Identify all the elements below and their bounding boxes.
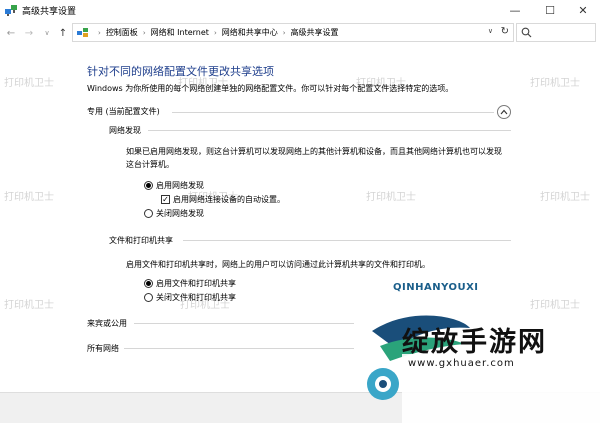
breadcrumb-separator: › [98, 28, 101, 37]
control-panel-icon [76, 26, 89, 39]
collapse-private-button[interactable] [497, 105, 511, 119]
breadcrumb-network-internet[interactable]: 网络和 Internet [151, 27, 209, 38]
forward-button[interactable]: → [22, 26, 36, 40]
enable-network-discovery-option[interactable]: 启用网络发现 [144, 180, 204, 191]
private-profile-label[interactable]: 专用 (当前配置文件) [87, 106, 160, 117]
enable-file-printer-radio[interactable] [144, 279, 153, 288]
watermark: 打印机卫士 [540, 192, 590, 203]
disable-file-printer-label: 关闭文件和打印机共享 [156, 293, 236, 302]
address-dropdown-button[interactable]: ∨ [488, 27, 493, 35]
navigation-bar: ← → ∨ ↑ › 控制面板 › 网络和 Internet › 网络和共享中心 … [0, 20, 600, 46]
recent-locations-button[interactable]: ∨ [40, 26, 54, 40]
disable-network-discovery-option[interactable]: 关闭网络发现 [144, 208, 204, 219]
enable-network-discovery-radio[interactable] [144, 181, 153, 190]
page-title: 针对不同的网络配置文件更改共享选项 [87, 65, 274, 78]
network-sharing-icon [4, 3, 18, 17]
disable-network-discovery-radio[interactable] [144, 209, 153, 218]
breadcrumb: › 控制面板 › 网络和 Internet › 网络和共享中心 › 高级共享设置 [93, 27, 339, 38]
site-logo-url: www.gxhuaer.com [408, 358, 515, 369]
divider [124, 348, 354, 349]
breadcrumb-control-panel[interactable]: 控制面板 [106, 27, 138, 38]
file-printer-sharing-description: 启用文件和打印机共享时，网络上的用户可以访问通过此计算机共享的文件和打印机。 [126, 260, 430, 269]
chevron-up-icon [500, 109, 508, 115]
watermark: 打印机卫士 [4, 300, 54, 311]
disable-file-printer-option[interactable]: 关闭文件和打印机共享 [144, 292, 236, 303]
auto-setup-checkbox[interactable]: ✓ [161, 195, 170, 204]
minimize-button[interactable]: — [498, 0, 532, 20]
breadcrumb-network-sharing-center[interactable]: 网络和共享中心 [222, 27, 278, 38]
page-subtitle: Windows 为你所使用的每个网络创建单独的网络配置文件。你可以针对每个配置文… [87, 84, 454, 93]
disable-network-discovery-label: 关闭网络发现 [156, 209, 204, 218]
watermark: 打印机卫士 [530, 78, 580, 89]
address-bar[interactable]: › 控制面板 › 网络和 Internet › 网络和共享中心 › 高级共享设置… [72, 23, 514, 42]
enable-network-discovery-label: 启用网络发现 [156, 181, 204, 190]
divider [172, 112, 494, 113]
auto-setup-option[interactable]: ✓ 启用网络连接设备的自动设置。 [161, 194, 285, 205]
watermark: 打印机卫士 [4, 78, 54, 89]
close-button[interactable]: ✕ [566, 0, 600, 20]
breadcrumb-separator: › [142, 28, 146, 37]
up-button[interactable]: ↑ [56, 26, 70, 40]
all-networks-label[interactable]: 所有网络 [87, 343, 119, 354]
back-button[interactable]: ← [4, 26, 18, 40]
network-discovery-title: 网络发现 [109, 126, 141, 135]
divider [148, 130, 511, 131]
enable-file-printer-label: 启用文件和打印机共享 [156, 279, 236, 288]
window-title: 高级共享设置 [22, 7, 77, 17]
search-box[interactable] [516, 23, 596, 42]
maximize-button[interactable]: ☐ [533, 0, 567, 20]
watermark: 打印机卫士 [4, 192, 54, 203]
disable-file-printer-radio[interactable] [144, 293, 153, 302]
file-printer-sharing-title: 文件和打印机共享 [109, 236, 173, 245]
refresh-button[interactable]: ↻ [501, 26, 509, 37]
search-icon [521, 27, 532, 38]
breadcrumb-separator: › [213, 28, 217, 37]
enable-file-printer-option[interactable]: 启用文件和打印机共享 [144, 278, 236, 289]
guest-public-label[interactable]: 来宾或公用 [87, 318, 127, 329]
watermark: 打印机卫士 [366, 192, 416, 203]
title-bar: 高级共享设置 — ☐ ✕ [0, 0, 600, 20]
network-discovery-description: 如果已启用网络发现，则这台计算机可以发现网络上的其他计算机和设备，而且其他网络计… [126, 147, 502, 169]
auto-setup-label: 启用网络连接设备的自动设置。 [173, 195, 285, 204]
breadcrumb-separator: › [282, 28, 286, 37]
divider [183, 240, 511, 241]
site-logo-brand: QINHANYOUXI [393, 282, 479, 293]
divider [134, 323, 354, 324]
site-logo-name: 绽放手游网 [402, 327, 547, 358]
breadcrumb-advanced-sharing[interactable]: 高级共享设置 [291, 27, 339, 38]
